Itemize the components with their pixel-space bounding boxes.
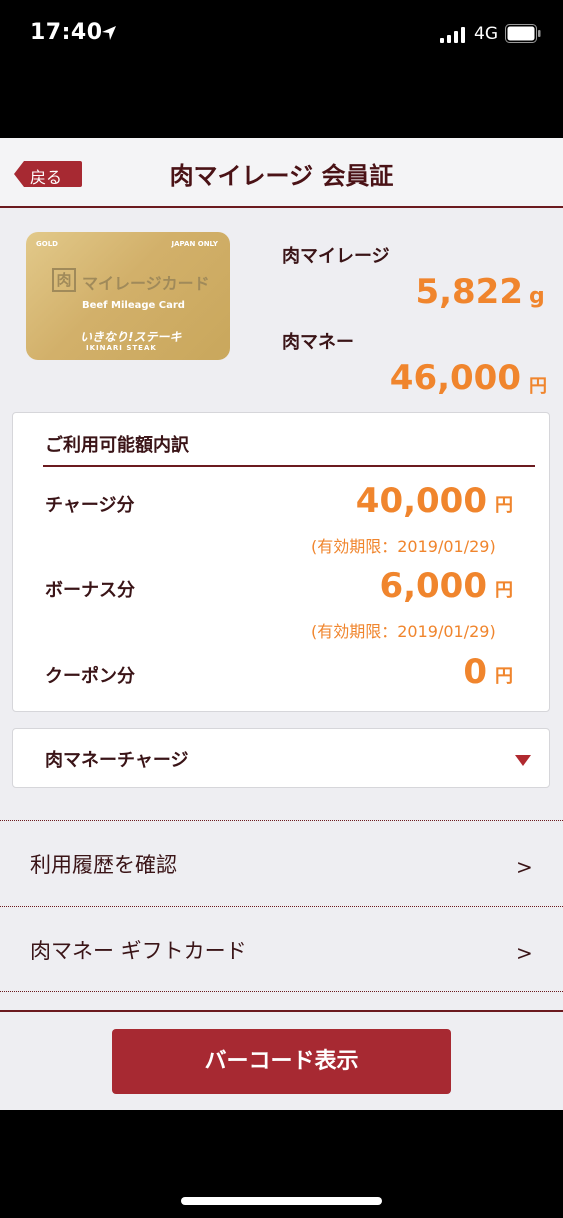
battery-icon (505, 24, 541, 43)
chevron-right-icon: > (516, 941, 533, 965)
card-summary: GOLD JAPAN ONLY 肉 マイレージカード Beef Mileage … (0, 208, 563, 408)
card-japan-only-label: JAPAN ONLY (171, 240, 218, 248)
card-name: マイレージカード (82, 274, 210, 293)
bonus-amount-unit: 円 (495, 580, 513, 601)
status-bar: 17:40 4G (0, 0, 563, 70)
status-time: 17:40 (30, 20, 103, 45)
card-gold-label: GOLD (36, 240, 58, 248)
coupon-amount-unit: 円 (495, 666, 513, 687)
barcode-area: バーコード表示 (0, 1010, 563, 1110)
menu-list: 利用履歴を確認 > 肉マネー ギフトカード > (0, 820, 563, 992)
chevron-right-icon: > (516, 855, 533, 879)
screen: 17:40 4G 戻る 肉マイレージ 会員証 GOLD JAPAN ONLY 肉… (0, 0, 563, 1218)
money-charge-dropdown[interactable]: 肉マネーチャージ (12, 728, 550, 788)
money-unit: 円 (529, 376, 547, 397)
header: 戻る 肉マイレージ 会員証 (0, 138, 563, 208)
menu-item-label: 利用履歴を確認 (30, 853, 177, 877)
card-brand: いきなり!ステーキ (80, 330, 182, 344)
breakdown-divider (43, 465, 535, 467)
mileage-value: 5,822 (415, 272, 523, 312)
charge-amount-value: 40,000 (355, 481, 487, 521)
page-title: 肉マイレージ 会員証 (169, 162, 394, 190)
money-charge-label: 肉マネーチャージ (45, 750, 189, 771)
app-panel: 戻る 肉マイレージ 会員証 GOLD JAPAN ONLY 肉 マイレージカード… (0, 138, 563, 1110)
menu-item-gift-card[interactable]: 肉マネー ギフトカード > (0, 906, 563, 992)
money-value: 46,000 (389, 358, 521, 398)
location-arrow-icon (102, 26, 116, 40)
coupon-amount-value: 0 (463, 652, 487, 692)
bonus-amount-expiry: (有効期限：2019/01/29) (311, 622, 496, 641)
coupon-amount-label: クーポン分 (45, 666, 135, 687)
card-subtitle: Beef Mileage Card (82, 300, 185, 311)
mileage-label: 肉マイレージ (282, 246, 390, 267)
card-brand-sub: IKINARI STEAK (86, 344, 157, 352)
breakdown-panel: ご利用可能額内訳 チャージ分 40,000 円 (有効期限：2019/01/29… (12, 412, 550, 712)
mileage-unit: g (529, 284, 545, 309)
bonus-amount-value: 6,000 (379, 566, 487, 606)
show-barcode-button[interactable]: バーコード表示 (112, 1029, 451, 1094)
home-indicator[interactable] (181, 1197, 382, 1205)
breakdown-title: ご利用可能額内訳 (45, 435, 189, 456)
charge-amount-unit: 円 (495, 495, 513, 516)
bonus-amount-label: ボーナス分 (45, 580, 135, 601)
money-label: 肉マネー (282, 332, 354, 353)
menu-item-label: 肉マネー ギフトカード (30, 939, 247, 963)
niku-logo-icon: 肉 (52, 268, 76, 292)
network-type: 4G (474, 24, 498, 44)
charge-amount-label: チャージ分 (45, 495, 135, 516)
member-card-image: GOLD JAPAN ONLY 肉 マイレージカード Beef Mileage … (26, 232, 230, 360)
charge-amount-expiry: (有効期限：2019/01/29) (311, 537, 496, 556)
triangle-down-icon (515, 755, 531, 766)
menu-item-usage-history[interactable]: 利用履歴を確認 > (0, 820, 563, 906)
signal-bars-icon (440, 27, 465, 43)
